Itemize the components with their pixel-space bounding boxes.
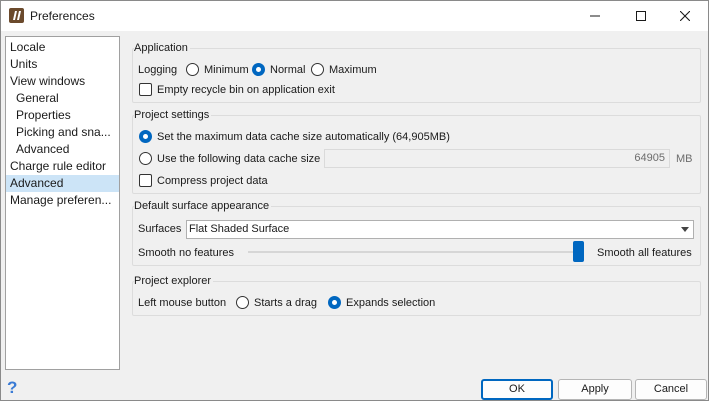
ok-button[interactable]: OK: [481, 379, 553, 400]
starts-drag-label: Starts a drag: [254, 297, 317, 309]
empty-recycle-label: Empty recycle bin on application exit: [157, 84, 335, 96]
smooth-max-label: Smooth all features: [597, 247, 692, 259]
title-bar: Preferences: [1, 1, 708, 31]
compress-label: Compress project data: [157, 175, 268, 187]
chevron-down-icon: [681, 227, 689, 232]
expands-selection-radio[interactable]: [328, 296, 341, 309]
auto-cache-radio[interactable]: [139, 130, 152, 143]
smoothing-slider-thumb[interactable]: [573, 241, 584, 262]
apply-button[interactable]: Apply: [558, 379, 632, 400]
nav-item-properties[interactable]: Properties: [16, 107, 118, 124]
preferences-window: Preferences Locale Units View windows Ge…: [0, 0, 709, 401]
help-icon[interactable]: ?: [7, 378, 17, 398]
logging-maximum-radio[interactable]: [311, 63, 324, 76]
maximize-button[interactable]: [618, 1, 664, 31]
project-explorer-title: Project explorer: [134, 275, 214, 287]
nav-item-locale[interactable]: Locale: [10, 39, 118, 56]
left-mouse-button-label: Left mouse button: [138, 297, 227, 309]
close-button[interactable]: [662, 1, 708, 31]
close-icon: [680, 11, 690, 21]
surface-appearance-title: Default surface appearance: [134, 200, 272, 212]
nav-item-manage-preferences[interactable]: Manage preferen...: [10, 192, 118, 209]
logging-label: Logging: [138, 64, 178, 76]
app-logo-icon: [9, 8, 24, 23]
application-group-title: Application: [134, 42, 190, 54]
preferences-nav-list: Locale Units View windows General Proper…: [5, 36, 120, 370]
nav-item-units[interactable]: Units: [10, 56, 118, 73]
logging-normal-label: Normal: [270, 64, 306, 76]
nav-item-view-advanced[interactable]: Advanced: [16, 141, 118, 158]
minimize-button[interactable]: [572, 1, 618, 31]
nav-item-general[interactable]: General: [16, 90, 118, 107]
empty-recycle-checkbox[interactable]: [139, 83, 152, 96]
logging-minimum-label: Minimum: [204, 64, 249, 76]
cache-unit-label: MB: [676, 153, 693, 165]
logging-maximum-label: Maximum: [329, 64, 377, 76]
auto-cache-label: Set the maximum data cache size automati…: [157, 131, 450, 143]
smooth-min-label: Smooth no features: [138, 247, 235, 259]
starts-drag-radio[interactable]: [236, 296, 249, 309]
manual-cache-label: Use the following data cache size: [157, 153, 321, 165]
surfaces-label: Surfaces: [138, 223, 182, 235]
cancel-button[interactable]: Cancel: [635, 379, 707, 400]
compress-checkbox[interactable]: [139, 174, 152, 187]
expands-selection-label: Expands selection: [346, 297, 436, 309]
nav-item-charge-rule-editor[interactable]: Charge rule editor: [10, 158, 118, 175]
window-title: Preferences: [30, 9, 95, 23]
maximize-icon: [636, 11, 646, 21]
nav-item-advanced[interactable]: Advanced: [6, 175, 119, 192]
project-settings-title: Project settings: [134, 109, 212, 121]
smoothing-slider-track[interactable]: [248, 251, 584, 253]
surfaces-select-value: Flat Shaded Surface: [189, 223, 290, 235]
logging-minimum-radio[interactable]: [186, 63, 199, 76]
cache-size-input[interactable]: 64905: [324, 149, 670, 168]
nav-item-view-windows[interactable]: View windows: [10, 73, 118, 90]
logging-normal-radio[interactable]: [252, 63, 265, 76]
surfaces-select[interactable]: Flat Shaded Surface: [186, 220, 694, 239]
minimize-icon: [590, 15, 600, 17]
nav-item-picking-and-snapping[interactable]: Picking and sna...: [16, 124, 118, 141]
manual-cache-radio[interactable]: [139, 152, 152, 165]
